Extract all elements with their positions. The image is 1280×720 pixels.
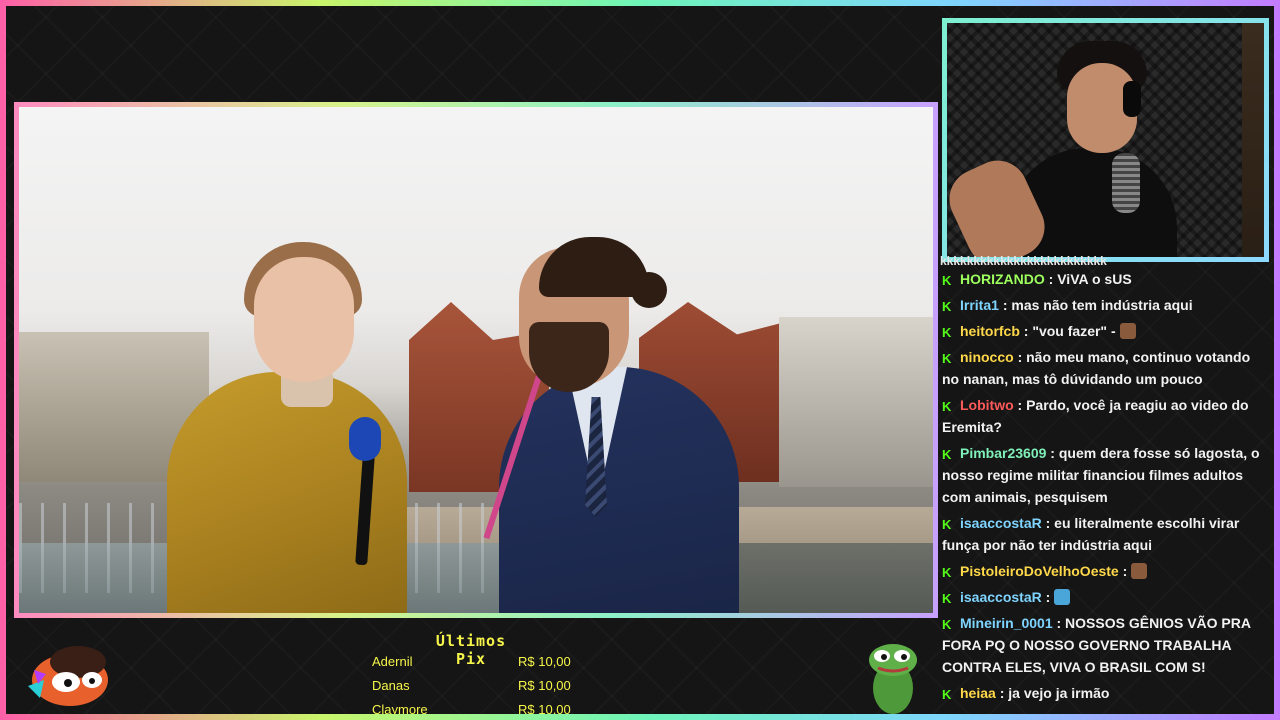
- chat-message: K Lobitwo : Pardo, você ja reagiu ao vide…: [940, 394, 1270, 438]
- chat-message: KisaaccostaR :: [940, 586, 1270, 608]
- chat-panel: kkkkkkkkkkkkkkkkkkkkkkkkk K HORIZANDO : V…: [940, 254, 1270, 714]
- kick-badge-icon: K: [942, 591, 952, 606]
- donation-amount: R$ 10,00: [518, 702, 571, 714]
- kick-badge-icon: K: [942, 517, 952, 532]
- kick-badge-icon: K: [942, 447, 952, 462]
- kick-badge-icon: K: [942, 299, 952, 314]
- bookshelf: [1242, 23, 1264, 257]
- kick-badge-icon: K: [942, 399, 952, 414]
- chat-username[interactable]: Mineirin_0001: [960, 615, 1053, 631]
- building-right: [779, 317, 933, 487]
- chat-text: :: [1045, 589, 1051, 605]
- chat-message: Kninocco : não meu mano, continuo votand…: [940, 346, 1270, 390]
- chat-username[interactable]: isaaccostaR: [960, 515, 1042, 531]
- pix-donation-row: Danas R$ 10,00: [372, 678, 582, 698]
- donation-amount: R$ 10,00: [518, 678, 571, 693]
- interviewee-bun: [631, 272, 667, 308]
- chat-text: : mas não tem indústria aqui: [1002, 297, 1193, 313]
- main-video-frame: [14, 102, 938, 618]
- kick-badge-icon: K: [942, 617, 952, 632]
- chat-message: K PistoleiroDoVelhoOeste :: [940, 560, 1270, 582]
- studio-microphone-icon: [1112, 153, 1140, 213]
- donor-name: Danas: [372, 678, 410, 693]
- pepe-frog-icon: [869, 644, 917, 714]
- chat-message: K Irrita1 : mas não tem indústria aqui: [940, 294, 1270, 316]
- reporter-face: [254, 257, 354, 382]
- kick-badge-icon: K: [942, 687, 952, 702]
- cartoon-mascot-icon: [28, 646, 108, 706]
- chat-username[interactable]: Lobitwo: [960, 397, 1014, 413]
- kick-badge-icon: K: [942, 351, 952, 366]
- webcam-feed: [947, 23, 1264, 257]
- donor-name: Claymore: [372, 702, 428, 714]
- chat-message: Kheiaa : ja vejo ja irmão: [940, 682, 1270, 704]
- pix-donation-row: Claymore R$ 10,00: [372, 702, 582, 714]
- donor-name: Adernil: [372, 654, 413, 669]
- chat-username[interactable]: Pimbar23609: [960, 445, 1046, 461]
- chat-username[interactable]: PistoleiroDoVelhoOeste: [960, 563, 1119, 579]
- donation-amount: R$ 10,00: [518, 654, 571, 669]
- chat-username[interactable]: heiaa: [960, 685, 996, 701]
- chat-username[interactable]: ninocco: [960, 349, 1014, 365]
- chat-username[interactable]: heitorfcb: [960, 323, 1020, 339]
- webcam-frame: [942, 18, 1269, 262]
- kick-badge-icon: K: [942, 565, 952, 580]
- chat-message: Kheitorfcb : "vou fazer" -: [940, 320, 1270, 342]
- chat-message: K HORIZANDO : ViVA o sUS: [940, 268, 1270, 290]
- kick-badge-icon: K: [942, 273, 952, 288]
- chat-overflow-line: kkkkkkkkkkkkkkkkkkkkkkkkk: [940, 254, 1107, 268]
- kick-badge-icon: K: [942, 325, 952, 340]
- main-video[interactable]: [19, 107, 933, 613]
- chat-text: :: [1122, 563, 1128, 579]
- emote-icon: [1054, 589, 1071, 605]
- chat-text: : ja vejo ja irmão: [999, 685, 1110, 701]
- pix-donation-row: Adernil R$ 10,00: [372, 654, 582, 674]
- bottom-bar: Últimos Pix Adernil R$ 10,00 Danas R$ 10…: [6, 618, 936, 714]
- chat-message: K Mineirin_0001 : NOSSOS GÊNIOS VÃO PRA F…: [940, 612, 1270, 678]
- chat-text: : ViVA o sUS: [1048, 271, 1132, 287]
- chat-username[interactable]: HORIZANDO: [960, 271, 1045, 287]
- stream-overlay: kkkkkkkkkkkkkkkkkkkkkkkkk K HORIZANDO : V…: [6, 6, 1274, 714]
- chat-message: K Pimbar23609 : quem dera fosse só lagost…: [940, 442, 1270, 508]
- chat-username[interactable]: isaaccostaR: [960, 589, 1042, 605]
- interviewee-suit: [499, 367, 739, 613]
- headphones-icon: [1123, 81, 1141, 117]
- chat-message: KisaaccostaR : eu literalmente escolhi v…: [940, 512, 1270, 556]
- chat-username[interactable]: Irrita1: [960, 297, 999, 313]
- emote-icon: [1119, 323, 1136, 339]
- chat-text: : "vou fazer" -: [1023, 323, 1116, 339]
- emote-icon: [1131, 563, 1148, 579]
- microphone-icon: [349, 417, 381, 461]
